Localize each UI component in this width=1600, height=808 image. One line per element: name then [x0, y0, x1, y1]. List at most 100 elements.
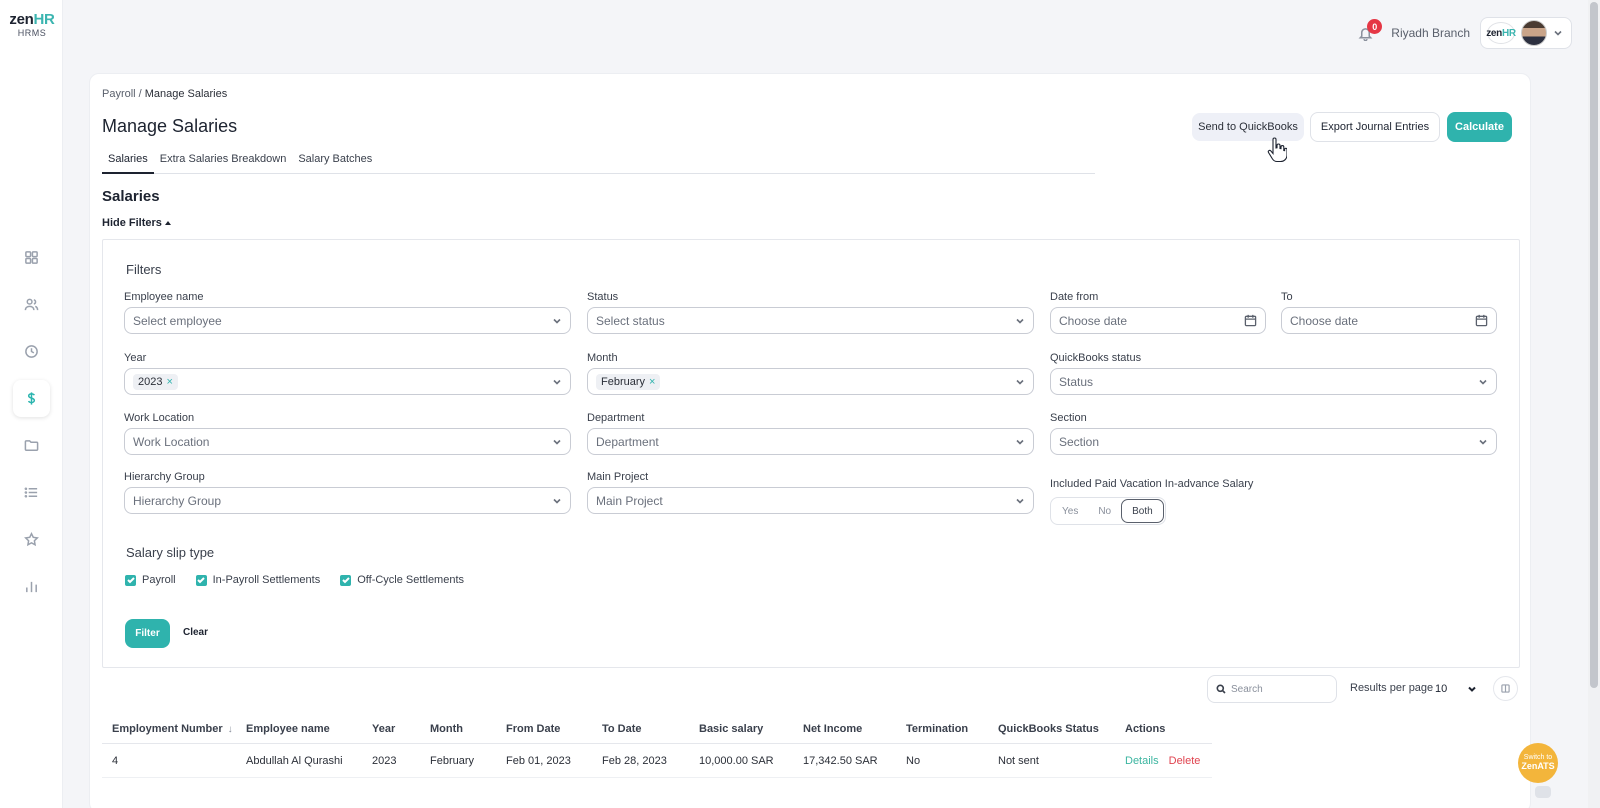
main-project-label: Main Project — [587, 471, 649, 483]
col-actions: Actions — [1125, 722, 1166, 735]
date-to-input[interactable]: Choose date — [1281, 307, 1497, 334]
company-logo-accent: HR — [1501, 27, 1516, 39]
nav-payroll[interactable] — [13, 380, 50, 417]
results-per-page-select[interactable]: 10 — [1435, 683, 1447, 695]
cell-basic-salary: 10,000.00 SAR — [699, 754, 774, 767]
section-select[interactable]: Section — [1050, 428, 1497, 455]
status-select[interactable]: Select status — [587, 307, 1034, 334]
month-select[interactable]: February × — [587, 368, 1034, 395]
table-search-input[interactable]: Search — [1207, 675, 1337, 703]
table-header: Employment Number ↓ Employee name Year Mo… — [102, 714, 1212, 744]
work-location-select[interactable]: Work Location — [124, 428, 571, 455]
topbar-user-area: 0 Riyadh Branch zen HR — [1355, 17, 1572, 49]
breadcrumb-separator: / — [138, 88, 142, 100]
search-icon — [1216, 684, 1226, 694]
people-icon — [24, 298, 39, 311]
calculate-button[interactable]: Calculate — [1447, 112, 1512, 142]
hand-cursor-icon — [1267, 137, 1287, 163]
notification-count-badge: 0 — [1367, 19, 1383, 34]
employee-select[interactable]: Select employee — [124, 307, 571, 334]
off-cycle-settlements-checkbox[interactable]: Off-Cycle Settlements — [340, 574, 464, 586]
chevron-down-icon[interactable] — [1467, 684, 1477, 694]
status-label: Status — [587, 291, 619, 303]
quickbooks-status-select[interactable]: Status — [1050, 368, 1497, 395]
nav-reports[interactable] — [13, 568, 50, 605]
paid-vacation-yes[interactable]: Yes — [1052, 499, 1088, 523]
switch-to-zenats-button[interactable]: Switch to ZenATS — [1518, 743, 1558, 783]
column-settings-button[interactable] — [1493, 676, 1518, 701]
nav-requests[interactable] — [13, 474, 50, 511]
clear-button[interactable]: Clear — [183, 627, 208, 638]
profile-menu-button[interactable]: zen HR — [1480, 17, 1572, 49]
paid-vacation-label: Included Paid Vacation In-advance Salary — [1050, 478, 1254, 490]
columns-icon — [1501, 684, 1510, 693]
search-placeholder: Search — [1231, 683, 1263, 695]
employee-name-label: Employee name — [124, 291, 204, 303]
brand-logo[interactable]: zenHR HRMS — [8, 11, 56, 38]
main-project-select[interactable]: Main Project — [587, 487, 1034, 514]
notifications-button[interactable]: 0 — [1355, 19, 1383, 43]
main-card: Payroll / Manage Salaries Manage Salaries … — [89, 73, 1531, 808]
col-basic-salary: Basic salary — [699, 722, 764, 735]
sidebar: zenHR HRMS — [0, 0, 63, 808]
employee-select-placeholder: Select employee — [133, 313, 222, 328]
hierarchy-group-select[interactable]: Hierarchy Group — [124, 487, 571, 514]
hide-filters-label: Hide Filters — [102, 217, 162, 229]
cell-termination: No — [906, 754, 921, 767]
in-payroll-settlements-checkbox[interactable]: In-Payroll Settlements — [195, 574, 320, 586]
remove-month-button[interactable]: × — [649, 376, 655, 388]
page-scrollbar[interactable] — [1588, 0, 1600, 808]
delete-link[interactable]: Delete — [1169, 755, 1201, 767]
cell-quickbooks-status: Not sent — [998, 754, 1039, 767]
hide-filters-toggle[interactable]: Hide Filters — [102, 217, 171, 229]
breadcrumb-payroll-link[interactable]: Payroll — [102, 88, 136, 100]
send-to-quickbooks-button[interactable]: Send to QuickBooks — [1192, 113, 1304, 141]
department-select[interactable]: Department — [587, 428, 1034, 455]
calendar-icon — [1475, 314, 1488, 327]
paid-vacation-no[interactable]: No — [1088, 499, 1121, 523]
clock-icon — [25, 345, 38, 358]
hierarchy-group-label: Hierarchy Group — [124, 471, 205, 483]
col-employment-number[interactable]: Employment Number ↓ — [102, 723, 236, 735]
quickbooks-status-placeholder: Status — [1059, 374, 1094, 389]
company-logo-text: zen — [1486, 27, 1502, 39]
tab-extra-salaries-breakdown[interactable]: Extra Salaries Breakdown — [154, 146, 293, 174]
scrollbar-thumb[interactable] — [1590, 2, 1598, 688]
export-journal-entries-button[interactable]: Export Journal Entries — [1310, 112, 1440, 142]
filter-button[interactable]: Filter — [125, 619, 170, 648]
tab-salary-batches[interactable]: Salary Batches — [292, 146, 378, 174]
scroll-corner-button[interactable] — [1535, 786, 1551, 798]
cell-from-date: Feb 01, 2023 — [506, 754, 571, 767]
breadcrumb-current: Manage Salaries — [144, 88, 228, 100]
sort-icon[interactable]: ↓ — [228, 724, 233, 735]
folder-icon — [24, 440, 39, 451]
section-placeholder: Section — [1059, 434, 1100, 449]
details-link[interactable]: Details — [1125, 755, 1159, 767]
nav-documents[interactable] — [13, 427, 50, 464]
section-title: Salaries — [102, 188, 160, 205]
cell-month: February — [430, 754, 475, 767]
chevron-down-icon — [553, 439, 561, 445]
payroll-checkbox-label: Payroll — [142, 574, 176, 586]
date-from-input[interactable]: Choose date — [1050, 307, 1266, 334]
nav-performance[interactable] — [13, 521, 50, 558]
breadcrumb: Payroll / Manage Salaries — [102, 88, 227, 100]
year-chip-label: 2023 — [138, 375, 163, 388]
salary-slip-type-options: Payroll In-Payroll Settlements Off-Cycle… — [125, 574, 464, 586]
tab-salaries[interactable]: Salaries — [102, 146, 154, 174]
logo-text: zen — [9, 11, 34, 28]
status-select-placeholder: Select status — [596, 313, 665, 328]
date-to-label: To — [1281, 291, 1293, 303]
paid-vacation-both[interactable]: Both — [1121, 499, 1164, 523]
branch-name[interactable]: Riyadh Branch — [1391, 26, 1470, 40]
remove-year-button[interactable]: × — [166, 376, 172, 388]
company-logo: zen HR — [1486, 22, 1516, 44]
nav-dashboard[interactable] — [13, 239, 50, 276]
year-select[interactable]: 2023 × — [124, 368, 571, 395]
checkbox-checked-icon — [195, 574, 207, 586]
payroll-checkbox[interactable]: Payroll — [125, 574, 176, 586]
nav-people[interactable] — [13, 286, 50, 323]
caret-up-icon — [164, 221, 171, 225]
nav-attendance[interactable] — [13, 333, 50, 370]
off-cycle-settlements-label: Off-Cycle Settlements — [357, 574, 465, 586]
